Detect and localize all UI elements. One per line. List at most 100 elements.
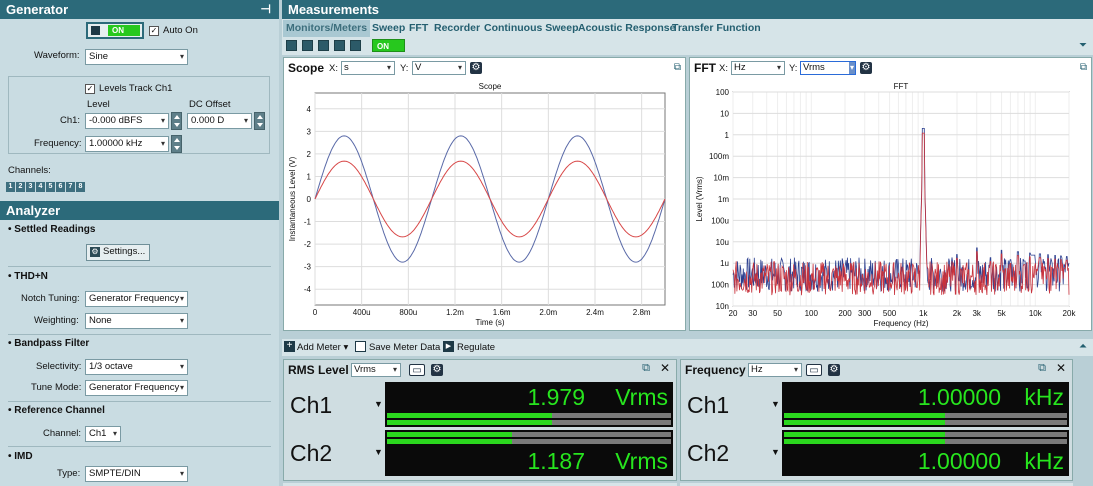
clock-tool-icon[interactable] [334,40,345,51]
tab-fft[interactable]: FFT [409,20,428,37]
scope-ytick-label: -2 [304,240,312,249]
measurements-title: Measurements [288,2,380,17]
fft-panel: FFT X: Hz ▾ Y: Vrms ▾ ⚙ ⧉ FFT 100 10 1 100m 10m… [689,57,1092,331]
expand-icon[interactable]: ⏶ [1079,341,1087,352]
gear-icon[interactable]: ⚙ [470,62,482,74]
chevron-down-icon[interactable]: ▼ [771,447,780,457]
fft-tool-icon[interactable] [302,40,313,51]
tunemode-select[interactable]: Generator Frequency ▾ [85,380,188,396]
chevron-down-icon[interactable]: ▼ [374,399,383,409]
gear-icon[interactable]: ⚙ [431,364,443,376]
channel-button-2[interactable]: 2 [16,182,25,192]
frequency-field[interactable]: 1.00000 kHz ▾ [85,136,169,152]
measure-on-toggle[interactable]: ON [372,39,405,52]
chevron-down-icon: ▾ [112,429,117,438]
pin-icon[interactable]: ⊣ [261,1,271,18]
scope-xtick-label: 2.8m [633,308,651,317]
channel-button-5[interactable]: 5 [46,182,55,192]
rms-title: RMS Level [288,363,349,377]
notch-select[interactable]: Generator Frequency ▾ [85,291,188,307]
rms-unit-select[interactable]: Vrms ▾ [351,363,401,377]
save-meter-data-button[interactable]: Save Meter Data [369,342,440,354]
tab-monitors-meters[interactable]: Monitors/Meters [283,20,371,37]
type-select[interactable]: SMPTE/DIN ▾ [85,466,188,482]
weighting-select[interactable]: None ▾ [85,313,188,329]
divider [8,266,271,267]
tab-acoustic-response[interactable]: Acoustic Response [578,20,675,37]
chevron-down-icon: ▾ [386,63,391,72]
tab-sweep[interactable]: Sweep [372,20,405,37]
popout-icon[interactable]: ⧉ [674,62,681,73]
ch1-dc-stepper[interactable] [254,112,265,130]
channels-label: Channels: [8,165,51,176]
tab-continuous-sweep[interactable]: Continuous Sweep [484,20,579,37]
collapse-icon[interactable]: ⏷ [1079,40,1087,51]
close-icon[interactable]: ✕ [1056,361,1066,375]
rms-ch2-bar-track2 [387,439,671,444]
scope-panel: Scope X: s ▾ Y: V ▾ ⚙ ⧉ Scope 4 3 2 1 0 -1 -2 -3 -4… [283,57,686,331]
auto-on-checkbox[interactable]: ✓ [149,26,159,36]
freq-ch1-display: 1.00000 kHz [782,382,1069,427]
scope-title: Scope [288,61,325,75]
channel-select[interactable]: Ch1 ▾ [85,426,121,442]
frequency-label: Frequency: [34,138,82,149]
rms-ch1-bar-fill [387,413,552,418]
ch1-dc-field[interactable]: 0.000 D ▾ [187,113,252,129]
scope-y-select[interactable]: V ▾ [412,61,466,75]
notch-label: Notch Tuning: [21,293,80,304]
display-icon[interactable]: ▭ [806,364,822,376]
levels-track-checkbox[interactable]: ✓ [85,84,95,94]
fft-ytick-label: 10u [716,238,729,247]
analyzer-header: Analyzer [0,201,279,220]
settings-button[interactable]: ⚙ Settings... [86,244,151,261]
measurements-panel: Measurements Monitors/Meters Sweep FFT R… [282,0,1093,486]
channel-button-3[interactable]: 3 [26,182,35,192]
channel-button-8[interactable]: 8 [76,182,85,192]
chevron-down-icon: ▾ [179,294,184,303]
popout-icon[interactable]: ⧉ [1080,62,1087,73]
generator-on-toggle[interactable]: ON [86,22,144,39]
gear-icon[interactable]: ⚙ [860,62,872,74]
wave-tool-icon[interactable] [350,40,361,51]
tab-recorder[interactable]: Recorder [434,20,480,37]
popout-icon[interactable]: ⧉ [642,362,650,375]
on-indicator: ON [108,25,140,36]
rms-ch1-display: 1.979 Vrms [385,382,673,427]
tunemode-value: Generator Frequency [89,382,180,393]
frequency-stepper[interactable] [171,135,182,153]
scope-tool-icon[interactable] [286,40,297,51]
freq-ch2-bar-fill [784,432,946,437]
rms-ch1-unit: Vrms [615,384,668,410]
add-meter-button[interactable]: Add Meter ▾ [297,342,348,354]
fft-xtick-label: 300 [858,309,872,318]
fft-xtick-label: 20k [1063,309,1077,318]
selectivity-select[interactable]: 1/3 octave ▾ [85,359,188,375]
popout-icon[interactable]: ⧉ [1038,362,1046,375]
fft-ytick-label: 1 [725,131,730,140]
channel-button-4[interactable]: 4 [36,182,45,192]
chevron-down-icon[interactable]: ▼ [771,399,780,409]
fft-ytick-label: 10n [716,302,729,311]
freq-unit-select[interactable]: Hz ▾ [748,363,802,377]
fft-y-select[interactable]: Vrms ▾ [800,61,856,75]
analyzer-title: Analyzer [6,203,61,218]
close-icon[interactable]: ✕ [660,361,670,375]
fft-x-label: X: [719,63,728,74]
divider [8,334,271,335]
gear-icon[interactable]: ⚙ [828,364,840,376]
channel-button-7[interactable]: 7 [66,182,75,192]
fft-x-select[interactable]: Hz ▾ [731,61,785,75]
regulate-button[interactable]: Regulate [457,342,495,354]
fft-xtick-label: 5k [997,309,1006,318]
ch1-level-field[interactable]: -0.000 dBFS ▾ [85,113,169,129]
chevron-down-icon[interactable]: ▼ [374,447,383,457]
channel-button-6[interactable]: 6 [56,182,65,192]
meter-tool-icon[interactable] [318,40,329,51]
tab-transfer-function[interactable]: Transfer Function [672,20,761,37]
ch1-level-stepper[interactable] [171,112,182,130]
waveform-select[interactable]: Sine ▾ [85,49,188,65]
channel-button-1[interactable]: 1 [6,182,15,192]
display-icon[interactable]: ▭ [409,364,425,376]
scope-x-select[interactable]: s ▾ [341,61,395,75]
measurements-header: Measurements [282,0,1093,19]
